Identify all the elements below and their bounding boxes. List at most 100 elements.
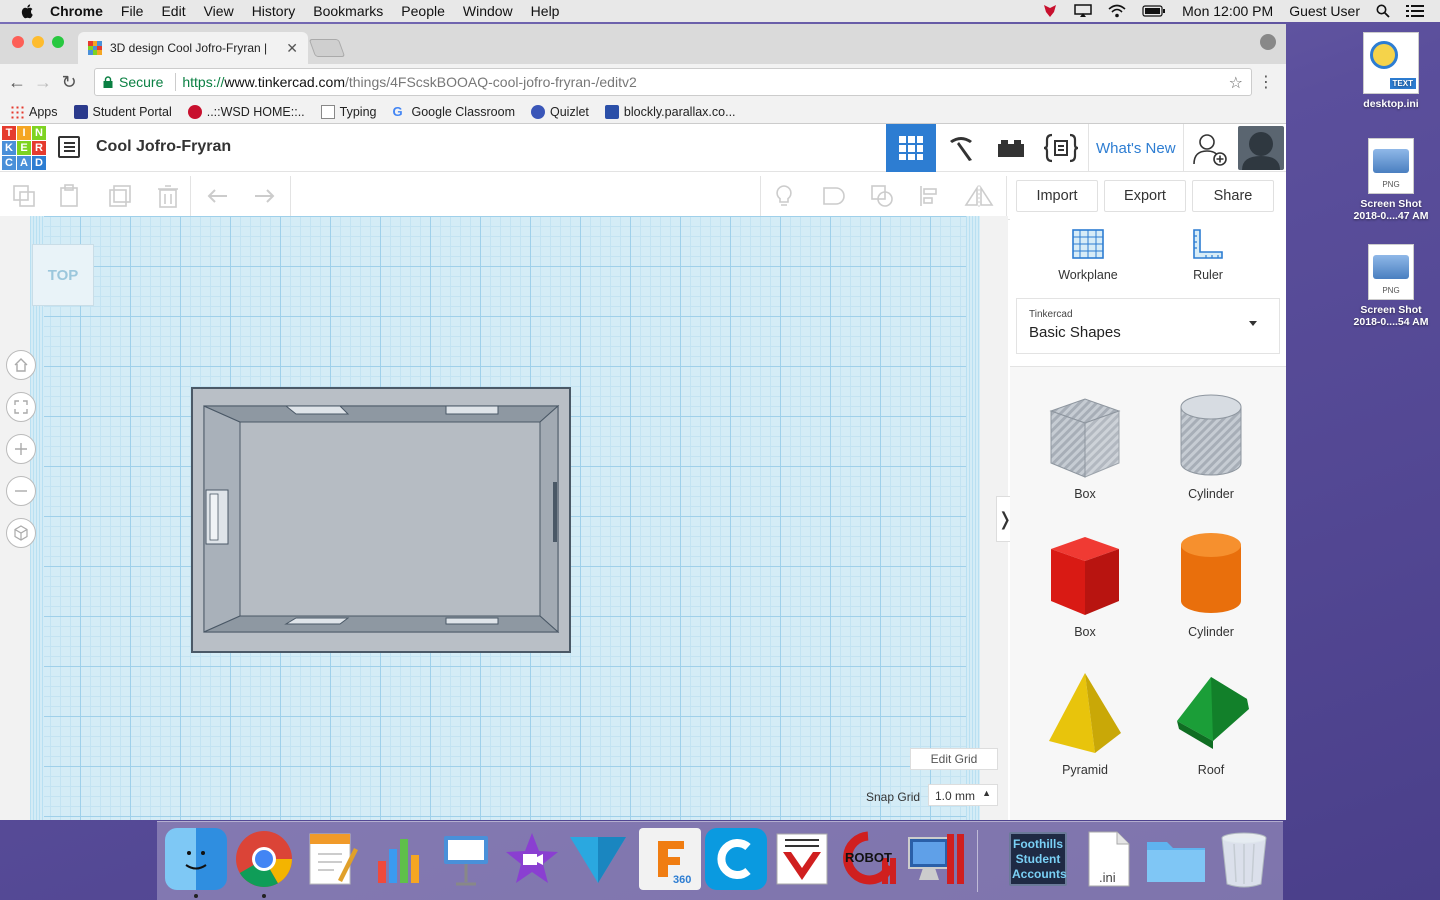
snap-grid-select[interactable]: 1.0 mm ▲ bbox=[928, 784, 998, 806]
chrome-menu-icon[interactable]: ⋮ bbox=[1258, 72, 1274, 92]
desktop-icon-screenshot-1[interactable]: PNG Screen Shot 2018-0....47 AM bbox=[1346, 138, 1436, 222]
zoom-in-button[interactable] bbox=[6, 434, 36, 464]
dock-finder[interactable] bbox=[165, 828, 227, 890]
dock-ini-file[interactable]: .ini bbox=[1077, 828, 1139, 890]
notification-center-icon[interactable] bbox=[1406, 4, 1424, 18]
shape-cylinder[interactable]: Cylinder bbox=[1156, 531, 1266, 639]
menu-people[interactable]: People bbox=[401, 3, 445, 19]
dock-pages[interactable] bbox=[301, 828, 363, 890]
bookmark-student-portal[interactable]: Student Portal bbox=[73, 104, 172, 119]
dock-keynote[interactable] bbox=[435, 828, 497, 890]
shape-roof[interactable]: Roof bbox=[1156, 669, 1266, 777]
design-title[interactable]: Cool Jofro-Fryran bbox=[96, 138, 231, 156]
extension-icon[interactable] bbox=[1042, 4, 1058, 18]
fit-view-button[interactable] bbox=[6, 392, 36, 422]
airplay-icon[interactable] bbox=[1074, 4, 1092, 18]
dock-trash[interactable] bbox=[1213, 828, 1275, 890]
menu-edit[interactable]: Edit bbox=[161, 3, 185, 19]
menubar-clock[interactable]: Mon 12:00 PM bbox=[1182, 3, 1273, 19]
tinkercad-logo[interactable]: T I N K E R C A D bbox=[2, 126, 46, 170]
bricks-view-button[interactable] bbox=[986, 124, 1036, 172]
shape-pyramid[interactable]: Pyramid bbox=[1030, 669, 1140, 777]
menu-app-name[interactable]: Chrome bbox=[50, 3, 103, 19]
menu-view[interactable]: View bbox=[204, 3, 234, 19]
copy-icon[interactable] bbox=[12, 184, 36, 208]
home-view-button[interactable] bbox=[6, 350, 36, 380]
address-bar[interactable]: Secure https:// www.tinkercad.com /thing… bbox=[94, 68, 1252, 96]
add-user-icon[interactable] bbox=[1190, 132, 1230, 166]
bookmark-typing[interactable]: Typing bbox=[320, 104, 376, 119]
ungroup-icon[interactable] bbox=[870, 184, 894, 208]
menu-history[interactable]: History bbox=[252, 3, 296, 19]
shape-box[interactable]: Box bbox=[1030, 531, 1140, 639]
group-icon[interactable] bbox=[822, 184, 846, 208]
dock-numbers[interactable] bbox=[369, 828, 431, 890]
mirror-icon[interactable] bbox=[964, 184, 994, 208]
bookmark-quizlet[interactable]: Quizlet bbox=[531, 104, 589, 119]
dock-imovie[interactable] bbox=[501, 828, 563, 890]
battery-icon[interactable] bbox=[1142, 5, 1166, 17]
menu-help[interactable]: Help bbox=[531, 3, 560, 19]
bookmark-star-icon[interactable]: ☆ bbox=[1229, 73, 1243, 93]
desktop-icon-screenshot-2[interactable]: PNG Screen Shot 2018-0....54 AM bbox=[1346, 244, 1436, 328]
menu-window[interactable]: Window bbox=[463, 3, 513, 19]
shape-cylinder-hole[interactable]: Cylinder bbox=[1156, 393, 1266, 501]
apple-icon[interactable] bbox=[20, 3, 36, 19]
back-arrow-icon[interactable]: ← bbox=[4, 72, 30, 93]
workplane-tool[interactable]: Workplane bbox=[1033, 226, 1143, 282]
dock-chrome[interactable] bbox=[233, 828, 295, 890]
paste-icon[interactable] bbox=[58, 184, 82, 208]
view-cube[interactable]: TOP bbox=[32, 244, 94, 306]
zoom-window-button[interactable] bbox=[52, 36, 64, 48]
duplicate-icon[interactable] bbox=[108, 184, 132, 208]
bookmark-blockly[interactable]: blockly.parallax.co... bbox=[604, 104, 736, 119]
zoom-out-button[interactable] bbox=[6, 476, 36, 506]
export-button[interactable]: Export bbox=[1104, 180, 1186, 212]
desktop-icon-ini[interactable]: TEXT desktop.ini bbox=[1346, 32, 1436, 110]
shape-box-hole[interactable]: Box bbox=[1030, 393, 1140, 501]
menu-bookmarks[interactable]: Bookmarks bbox=[313, 3, 383, 19]
dock-c-app[interactable] bbox=[705, 828, 767, 890]
align-icon[interactable] bbox=[918, 184, 942, 208]
ruler-tool[interactable]: Ruler bbox=[1153, 226, 1263, 282]
shape-library-select[interactable]: Tinkercad Basic Shapes bbox=[1016, 298, 1280, 354]
house-model[interactable] bbox=[190, 386, 574, 654]
delete-icon[interactable] bbox=[156, 184, 180, 208]
wifi-icon[interactable] bbox=[1108, 4, 1126, 18]
spotlight-search-icon[interactable] bbox=[1376, 4, 1390, 18]
user-avatar[interactable] bbox=[1238, 126, 1284, 170]
forward-arrow-icon[interactable]: → bbox=[30, 72, 56, 93]
dock-download-app[interactable] bbox=[771, 828, 833, 890]
dock-student-accounts[interactable]: Foothills Student Accounts bbox=[1009, 832, 1067, 886]
menu-file[interactable]: File bbox=[121, 3, 144, 19]
dock-folder[interactable] bbox=[1145, 828, 1207, 890]
dock-triangle-app[interactable] bbox=[567, 828, 629, 890]
bookmark-apps[interactable]: Apps bbox=[10, 104, 58, 119]
dock-robot-app[interactable]: ROBOT bbox=[837, 828, 899, 890]
perspective-button[interactable] bbox=[6, 518, 36, 548]
import-button[interactable]: Import bbox=[1016, 180, 1098, 212]
bookmark-google-classroom[interactable]: G Google Classroom bbox=[392, 104, 515, 119]
whats-new-link[interactable]: What's New bbox=[1088, 124, 1184, 172]
dock-fusion-360[interactable]: 360 bbox=[639, 828, 701, 890]
lightbulb-icon[interactable] bbox=[772, 184, 796, 208]
edit-grid-button[interactable]: Edit Grid bbox=[910, 748, 998, 770]
profile-icon[interactable] bbox=[1260, 34, 1276, 50]
new-tab-button[interactable] bbox=[308, 39, 346, 57]
close-window-button[interactable] bbox=[12, 36, 24, 48]
3d-view-button[interactable] bbox=[886, 124, 936, 172]
codeblocks-view-button[interactable] bbox=[1036, 124, 1086, 172]
blocks-view-button[interactable] bbox=[936, 124, 986, 172]
design-menu-icon[interactable] bbox=[58, 136, 80, 158]
tab-tinkercad-design[interactable]: 3D design Cool Jofro-Fryran | ✕ bbox=[78, 32, 308, 64]
undo-icon[interactable] bbox=[206, 184, 230, 208]
tab-close-icon[interactable]: ✕ bbox=[286, 40, 298, 57]
redo-icon[interactable] bbox=[252, 184, 276, 208]
menubar-user[interactable]: Guest User bbox=[1289, 3, 1360, 19]
dock-remote-desktop[interactable] bbox=[903, 828, 965, 890]
share-button[interactable]: Share bbox=[1192, 180, 1274, 212]
minimize-window-button[interactable] bbox=[32, 36, 44, 48]
reload-icon[interactable]: ↻ bbox=[56, 72, 82, 93]
workplane-canvas[interactable]: TOP Edit Grid Snap Grid 1.0 mm ▲ bbox=[0, 216, 1008, 820]
bookmark-wsd-home[interactable]: ..::WSD HOME::.. bbox=[187, 104, 305, 119]
